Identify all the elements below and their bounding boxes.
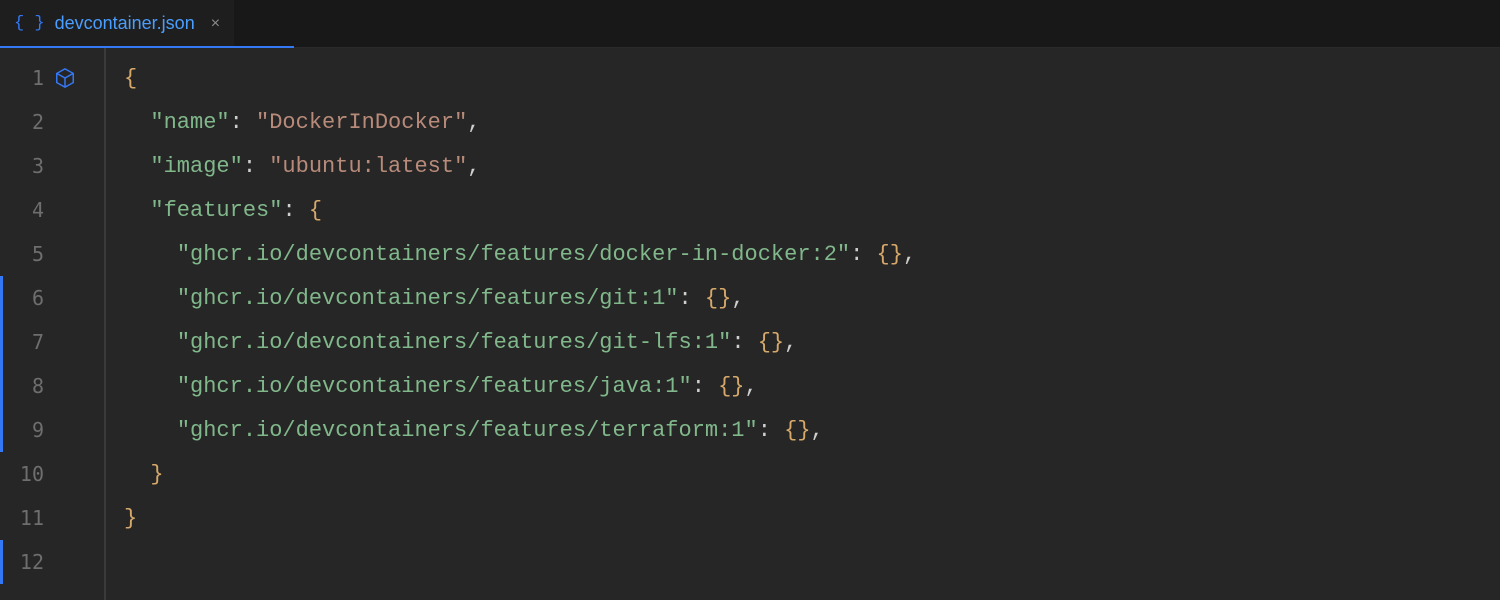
token: :: [230, 110, 256, 135]
code-line[interactable]: "ghcr.io/devcontainers/features/java:1":…: [124, 364, 1500, 408]
code-line[interactable]: "image": "ubuntu:latest",: [124, 144, 1500, 188]
token: ,: [811, 418, 824, 443]
line-number: 7: [0, 330, 50, 354]
gutter-row: 11: [0, 496, 104, 540]
tab-filename: devcontainer.json: [55, 13, 195, 34]
token: "ghcr.io/devcontainers/features/terrafor…: [177, 418, 758, 443]
gutter-row: 7: [0, 320, 104, 364]
line-number: 8: [0, 374, 50, 398]
line-number: 11: [0, 506, 50, 530]
token: ,: [903, 242, 916, 267]
gutter-row: 12: [0, 540, 104, 584]
token: ,: [745, 374, 758, 399]
modified-line-indicator: [0, 276, 3, 320]
modified-line-indicator: [0, 320, 3, 364]
gutter-icon-slot: [50, 67, 80, 89]
modified-line-indicator: [0, 364, 3, 408]
token: "image": [150, 154, 242, 179]
gutter-row: 2: [0, 100, 104, 144]
gutter-row: 4: [0, 188, 104, 232]
token: "ghcr.io/devcontainers/features/java:1": [177, 374, 692, 399]
token: "name": [150, 110, 229, 135]
gutter-row: 5: [0, 232, 104, 276]
token: "ghcr.io/devcontainers/features/docker-i…: [177, 242, 850, 267]
line-number: 10: [0, 462, 50, 486]
gutter-row: 10: [0, 452, 104, 496]
gutter-row: 1: [0, 56, 104, 100]
code-line[interactable]: }: [124, 496, 1500, 540]
editor-tab[interactable]: { } devcontainer.json ×: [0, 0, 234, 47]
code-line[interactable]: [124, 540, 1500, 584]
token: "ubuntu:latest": [269, 154, 467, 179]
code-line[interactable]: }: [124, 452, 1500, 496]
token: {}: [718, 374, 744, 399]
token: {}: [758, 330, 784, 355]
token: {}: [705, 286, 731, 311]
code-line[interactable]: "features": {: [124, 188, 1500, 232]
token: :: [692, 374, 718, 399]
token: ,: [731, 286, 744, 311]
line-number: 5: [0, 242, 50, 266]
active-tab-indicator: [0, 46, 234, 48]
gutter-row: 9: [0, 408, 104, 452]
token: :: [282, 198, 308, 223]
token: "ghcr.io/devcontainers/features/git-lfs:…: [177, 330, 732, 355]
close-icon[interactable]: ×: [211, 15, 220, 33]
gutter-row: 8: [0, 364, 104, 408]
token: ,: [467, 110, 480, 135]
active-tab-indicator-extension: [234, 46, 294, 48]
line-number: 9: [0, 418, 50, 442]
line-number: 1: [0, 66, 50, 90]
gutter-row: 6: [0, 276, 104, 320]
token: {: [124, 66, 137, 91]
container-icon: [54, 67, 76, 89]
token: :: [731, 330, 757, 355]
code-line[interactable]: "ghcr.io/devcontainers/features/git-lfs:…: [124, 320, 1500, 364]
token: {: [309, 198, 322, 223]
token: ,: [784, 330, 797, 355]
code-line[interactable]: "name": "DockerInDocker",: [124, 100, 1500, 144]
line-number: 2: [0, 110, 50, 134]
token: "DockerInDocker": [256, 110, 467, 135]
token: {}: [784, 418, 810, 443]
code-line[interactable]: "ghcr.io/devcontainers/features/git:1": …: [124, 276, 1500, 320]
gutter: 123456789101112: [0, 48, 104, 600]
token: :: [243, 154, 269, 179]
line-number: 12: [0, 550, 50, 574]
token: :: [679, 286, 705, 311]
token: {}: [877, 242, 903, 267]
token: :: [850, 242, 876, 267]
tab-bar: { } devcontainer.json ×: [0, 0, 1500, 48]
json-file-icon: { }: [14, 14, 45, 33]
gutter-row: 3: [0, 144, 104, 188]
token: "ghcr.io/devcontainers/features/git:1": [177, 286, 679, 311]
token: "features": [150, 198, 282, 223]
line-number: 4: [0, 198, 50, 222]
token: }: [150, 462, 163, 487]
line-number: 6: [0, 286, 50, 310]
editor: 123456789101112 { "name": "DockerInDocke…: [0, 48, 1500, 600]
token: }: [124, 506, 137, 531]
line-number: 3: [0, 154, 50, 178]
code-line[interactable]: "ghcr.io/devcontainers/features/terrafor…: [124, 408, 1500, 452]
token: ,: [467, 154, 480, 179]
modified-line-indicator: [0, 540, 3, 584]
token: :: [758, 418, 784, 443]
modified-line-indicator: [0, 408, 3, 452]
code-line[interactable]: {: [124, 56, 1500, 100]
code-area[interactable]: { "name": "DockerInDocker", "image": "ub…: [104, 48, 1500, 600]
code-line[interactable]: "ghcr.io/devcontainers/features/docker-i…: [124, 232, 1500, 276]
